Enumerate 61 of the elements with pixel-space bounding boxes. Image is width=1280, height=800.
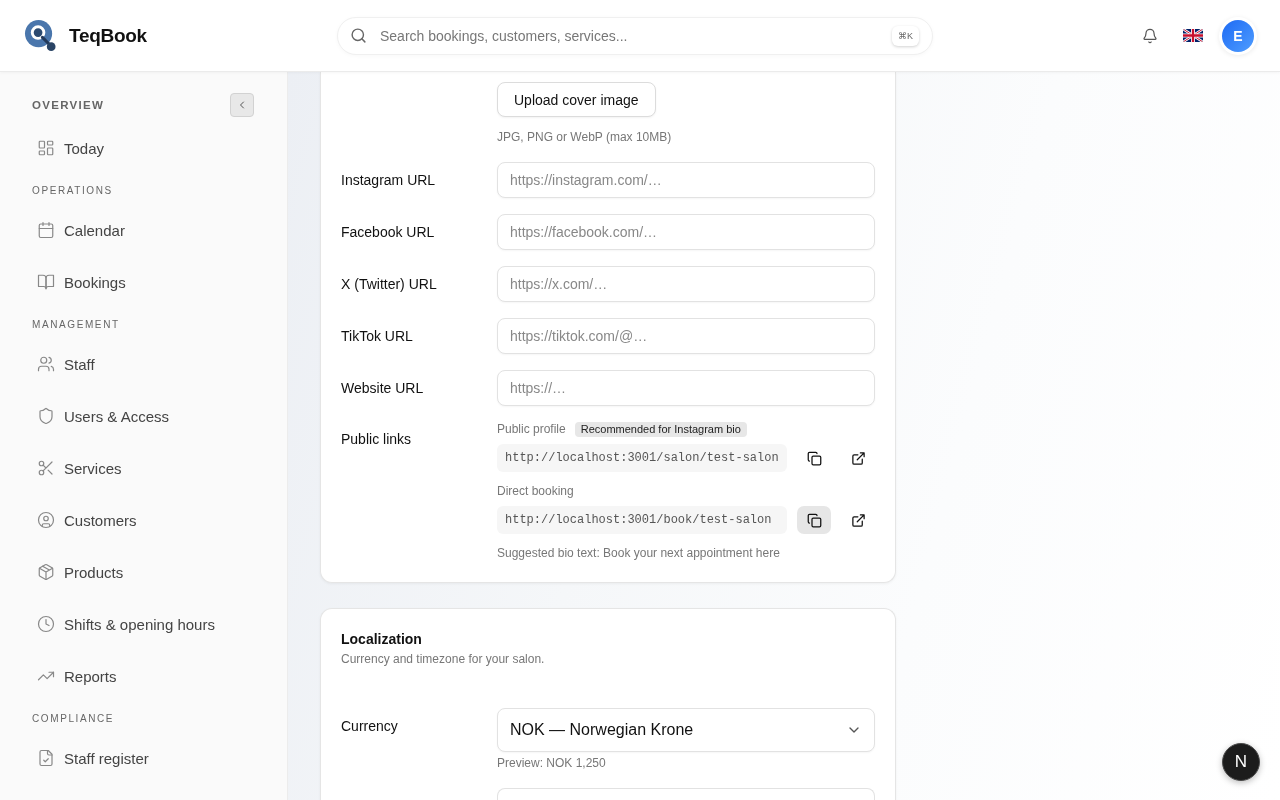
nav-item[interactable]: Services	[24, 446, 254, 490]
url-input[interactable]: https://facebook.com/…	[497, 214, 875, 250]
nav-item[interactable]: Products	[24, 550, 254, 594]
people-icon	[37, 355, 55, 373]
url-text: http://localhost:3001/salon/test-salon	[497, 444, 787, 472]
select-field[interactable]: NOK — Norwegian Krone	[497, 708, 875, 752]
url-input[interactable]: https://x.com/…	[497, 266, 875, 302]
user-circle-icon	[37, 511, 55, 529]
user-avatar[interactable]: E	[1222, 19, 1254, 52]
dashboard-icon	[37, 139, 55, 157]
field-label: Website URL	[341, 379, 424, 398]
bell-icon[interactable]	[1142, 27, 1158, 44]
external-link-icon	[850, 450, 866, 466]
field-label: Facebook URL	[341, 223, 435, 242]
recommendation-badge: Recommended for Instagram bio	[574, 421, 747, 437]
flag-icon[interactable]	[1183, 29, 1203, 42]
copy-icon	[806, 450, 822, 466]
nav-item[interactable]: Calendar	[24, 208, 254, 252]
upload-hint: JPG, PNG or WebP (max 10MB)	[497, 129, 673, 145]
open-book-icon	[37, 273, 55, 291]
nav-item[interactable]: Staff register	[24, 736, 254, 780]
section-label: COMPLIANCE	[32, 712, 115, 726]
section-label: MANAGEMENT	[32, 318, 120, 332]
nav-item[interactable]: Users & Access	[24, 394, 254, 438]
search-icon	[350, 26, 367, 44]
field-label: Currency	[341, 717, 398, 736]
url-input[interactable]: https://tiktok.com/@…	[497, 318, 875, 354]
field-label: X (Twitter) URL	[341, 275, 437, 294]
document-check-icon	[37, 749, 55, 767]
copy-button[interactable]	[797, 506, 831, 534]
field-label: Public links	[341, 430, 412, 449]
section-title: Localization	[341, 630, 423, 649]
url-input[interactable]: https://…	[497, 370, 875, 406]
nav-item[interactable]: Shifts & opening hours	[24, 602, 254, 646]
box-icon	[37, 563, 55, 581]
external-link-icon	[850, 512, 866, 528]
scissors-icon	[37, 459, 55, 477]
section-description: Currency and timezone for your salon.	[341, 651, 546, 667]
nav-item[interactable]: Staff	[24, 342, 254, 386]
url-input[interactable]: https://instagram.com/…	[497, 162, 875, 198]
suggested-bio-text: Suggested bio text: Book your next appointment here	[497, 545, 781, 561]
select-field[interactable]	[497, 788, 875, 800]
nav-item[interactable]: Reports	[24, 654, 254, 698]
link-label: Public profile	[497, 421, 566, 437]
url-text: http://localhost:3001/book/test-salon	[497, 506, 787, 534]
clock-icon	[37, 615, 55, 633]
field-label: TikTok URL	[341, 327, 413, 346]
field-label: Instagram URL	[341, 171, 436, 190]
upload-cover-button[interactable]: Upload cover image	[497, 82, 656, 117]
shield-icon	[37, 407, 55, 425]
calendar-icon	[37, 221, 55, 239]
section-label: OVERVIEW	[32, 98, 105, 112]
copy-icon	[806, 512, 822, 528]
brand-name: TeqBook	[69, 24, 147, 47]
nav-item[interactable]: Bookings	[24, 260, 254, 304]
nav-item[interactable]: Customers	[24, 498, 254, 542]
link-label: Direct booking	[497, 483, 574, 499]
nav-item[interactable]: Today	[24, 126, 254, 170]
section-label: OPERATIONS	[32, 184, 113, 198]
preview-text: Preview: NOK 1,250	[497, 755, 607, 771]
logo-icon	[24, 19, 57, 52]
